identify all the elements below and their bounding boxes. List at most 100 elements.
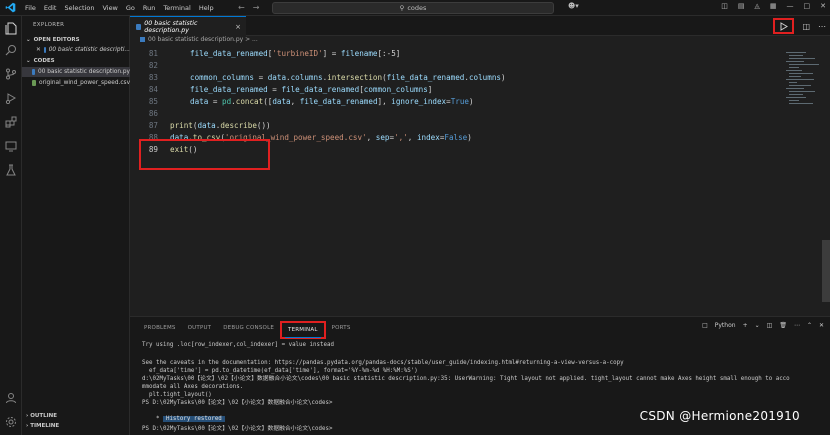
file-name: 00 basic statistic description.py [38, 69, 130, 75]
search-icon: ⚲ [399, 4, 405, 12]
menu-view[interactable]: View [98, 0, 121, 16]
maximize-icon[interactable]: □ [804, 2, 811, 10]
line-number: 84 [148, 85, 158, 94]
minimap-line [789, 85, 811, 86]
code-line[interactable]: 85 data = pd.concat([data, file_data_rena… [130, 96, 770, 108]
more-actions-icon[interactable]: ⋯ [794, 322, 800, 329]
open-editor-item[interactable]: ✕ 00 basic statistic descripti... [22, 45, 130, 55]
python-file-icon [140, 37, 145, 42]
accounts-icon[interactable] [3, 390, 19, 406]
minimap-line [786, 61, 804, 62]
terminal-icon: □ [702, 322, 708, 329]
minimap-line [789, 76, 801, 77]
code-editor[interactable]: 81 file_data_renamed['turbineID'] = filen… [130, 44, 830, 316]
minimize-icon[interactable]: — [787, 2, 794, 10]
code-text: common_columns = data.columns.intersecti… [190, 73, 506, 82]
command-center-text: codes [407, 4, 427, 12]
open-editors-label: OPEN EDITORS [33, 37, 80, 43]
open-editors-section[interactable]: ⌄ OPEN EDITORS [26, 37, 80, 43]
menu-run[interactable]: Run [139, 0, 159, 16]
menu-selection[interactable]: Selection [60, 0, 98, 16]
toggle-panel-icon[interactable]: ▤ [738, 2, 745, 10]
code-line[interactable]: 87 print(data.describe()) [130, 120, 770, 132]
run-debug-icon[interactable] [3, 90, 19, 106]
explorer-sidebar: EXPLORER ⌄ OPEN EDITORS ✕ 00 basic stati… [22, 16, 130, 435]
panel-actions: □ Python + ⌄ ◫ 🗑 ⋯ ⌃ ✕ [702, 322, 824, 329]
menu-edit[interactable]: Edit [40, 0, 61, 16]
copilot-icon[interactable]: ☻▾ [568, 2, 579, 10]
vscode-logo-icon [2, 0, 18, 16]
codes-folder-label: CODES [33, 58, 55, 64]
terminal-profile[interactable]: Python [715, 322, 736, 329]
title-right-actions: ☻▾ [568, 2, 579, 10]
menu-file[interactable]: File [21, 0, 40, 16]
code-line[interactable]: 83 common_columns = data.columns.intersec… [130, 72, 770, 84]
run-python-file-button[interactable] [773, 18, 795, 34]
file-item-csv[interactable]: original_wind_power_speed.csv [22, 78, 130, 88]
tab-output[interactable]: OUTPUT [182, 321, 218, 339]
search-view-icon[interactable] [3, 42, 19, 58]
highlight-box [139, 139, 270, 170]
command-center-search[interactable]: ⚲ codes [272, 2, 554, 14]
code-text: file_data_renamed['turbineID'] = filenam… [190, 49, 401, 58]
close-icon[interactable]: ✕ [36, 47, 41, 53]
editor-scrollbar[interactable] [822, 240, 830, 302]
editor-tab[interactable]: 00 basic statistic description.py × [130, 16, 246, 36]
python-file-icon [136, 23, 142, 30]
close-window-icon[interactable]: ✕ [820, 2, 826, 10]
minimap[interactable] [786, 44, 822, 104]
menu-help[interactable]: Help [195, 0, 218, 16]
toggle-secondary-sidebar-icon[interactable]: ◬ [754, 2, 759, 10]
maximize-panel-icon[interactable]: ⌃ [807, 322, 812, 329]
kill-terminal-icon[interactable]: 🗑 [779, 322, 787, 329]
chevron-down-icon: ⌄ [26, 58, 31, 64]
menu-terminal[interactable]: Terminal [159, 0, 194, 16]
outline-section[interactable]: › OUTLINE [26, 413, 57, 419]
close-panel-icon[interactable]: ✕ [819, 322, 824, 329]
open-editor-filename: 00 basic statistic descripti... [48, 47, 130, 53]
minimap-line [789, 91, 815, 92]
new-terminal-icon[interactable]: + [743, 322, 748, 329]
minimap-line [789, 67, 799, 68]
terminal-line: d:\02MyTasks\00【论文】\02【小论文】数据融合小论文\codes… [142, 376, 790, 382]
minimap-line [786, 52, 806, 53]
minimap-line [789, 103, 813, 104]
extensions-icon[interactable] [3, 114, 19, 130]
code-line[interactable]: 81 file_data_renamed['turbineID'] = filen… [130, 48, 770, 60]
timeline-section[interactable]: › TIMELINE [26, 423, 59, 429]
terminal-line: See the caveats in the documentation: ht… [142, 360, 624, 366]
testing-icon[interactable] [3, 162, 19, 178]
tab-terminal[interactable]: TERMINAL [280, 321, 326, 339]
chevron-right-icon: › [26, 423, 29, 429]
more-actions-icon[interactable]: ⋯ [818, 22, 826, 31]
split-editor-icon[interactable]: ◫ [802, 22, 810, 31]
explorer-icon[interactable] [3, 20, 19, 36]
menu-go[interactable]: Go [122, 0, 139, 16]
split-terminal-icon[interactable]: ◫ [767, 322, 773, 329]
manage-gear-icon[interactable] [3, 414, 19, 430]
back-arrow-icon[interactable]: ← [238, 3, 245, 12]
tab-debug-console[interactable]: DEBUG CONSOLE [217, 321, 280, 339]
breadcrumb-text[interactable]: 00 basic statistic description.py > ... [148, 36, 258, 43]
minimap-line [786, 97, 806, 98]
remote-explorer-icon[interactable] [3, 138, 19, 154]
code-line[interactable]: 86 [130, 108, 770, 120]
tab-problems[interactable]: PROBLEMS [138, 321, 182, 339]
codes-folder-section[interactable]: ⌄ CODES [26, 58, 55, 64]
code-line[interactable]: 82 [130, 60, 770, 72]
editor-actions: ◫ ⋯ [773, 18, 826, 34]
editor-tab-label: 00 basic statistic description.py [144, 19, 198, 34]
tab-close-icon[interactable]: × [235, 23, 241, 31]
forward-arrow-icon[interactable]: → [253, 3, 260, 12]
chevron-down-icon[interactable]: ⌄ [755, 322, 760, 329]
layout-icon[interactable]: ▦ [770, 2, 777, 10]
toggle-sidebar-icon[interactable]: ◫ [721, 2, 728, 10]
activity-bar [0, 16, 22, 435]
code-line[interactable]: 84 file_data_renamed = file_data_renamed[… [130, 84, 770, 96]
source-control-icon[interactable] [3, 66, 19, 82]
tab-ports[interactable]: PORTS [326, 321, 357, 339]
window-controls: ◫ ▤ ◬ ▦ — □ ✕ [721, 2, 826, 10]
panel-tabs: PROBLEMS OUTPUT DEBUG CONSOLE TERMINAL P… [138, 321, 357, 339]
file-item-py[interactable]: 00 basic statistic description.py [22, 67, 130, 77]
minimap-line [786, 79, 814, 80]
